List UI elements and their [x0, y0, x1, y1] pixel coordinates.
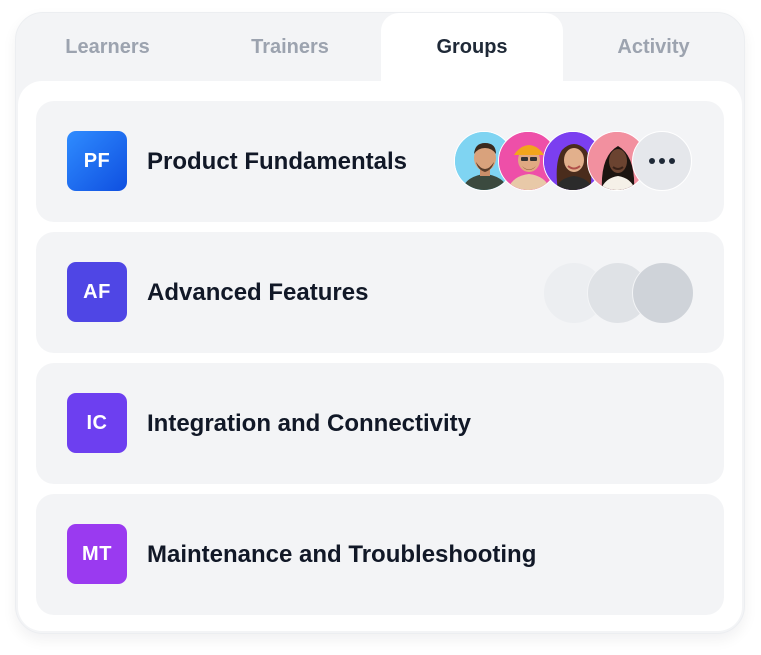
- group-name: Advanced Features: [147, 278, 369, 306]
- avatar-placeholder: [632, 262, 694, 324]
- group-badge: MT: [67, 524, 127, 584]
- group-row-advanced-features[interactable]: AF Advanced Features: [36, 232, 724, 353]
- tab-trainers[interactable]: Trainers: [199, 13, 381, 81]
- more-members-button[interactable]: [632, 131, 692, 191]
- group-name: Product Fundamentals: [147, 147, 408, 175]
- group-row-integration-and-connectivity[interactable]: IC Integration and Connectivity: [36, 363, 724, 484]
- group-badge: IC: [67, 393, 127, 453]
- group-badge: AF: [67, 262, 127, 322]
- group-name: Integration and Connectivity: [147, 409, 472, 437]
- group-row-product-fundamentals[interactable]: PF Product Fundamentals: [36, 101, 724, 222]
- groups-panel: PF Product Fundamentals AF Advanced Feat…: [18, 81, 742, 631]
- more-horizontal-icon: [649, 158, 675, 164]
- member-placeholders: [454, 262, 694, 324]
- tab-activity[interactable]: Activity: [563, 13, 744, 81]
- groups-card: Learners Trainers Groups Activity PF Pro…: [15, 12, 745, 634]
- group-row-maintenance-and-troubleshooting[interactable]: MT Maintenance and Troubleshooting: [36, 494, 724, 615]
- group-name: Maintenance and Troubleshooting: [147, 540, 537, 568]
- tab-groups[interactable]: Groups: [381, 13, 563, 81]
- member-avatars: [454, 131, 694, 193]
- tab-learners[interactable]: Learners: [16, 13, 199, 81]
- group-badge: PF: [67, 131, 127, 191]
